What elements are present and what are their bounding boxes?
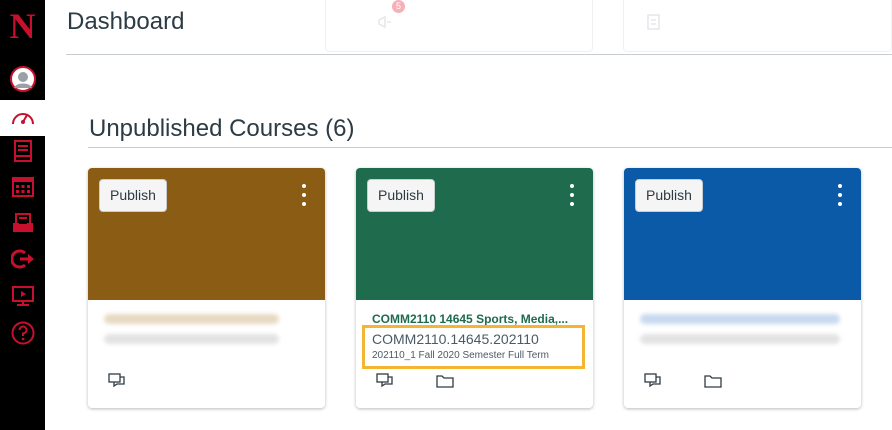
- notification-badge: 5: [392, 0, 405, 13]
- discussions-icon[interactable]: [376, 373, 394, 394]
- user-avatar-icon: [9, 66, 36, 92]
- page-title: Dashboard: [67, 8, 185, 35]
- global-nav: N: [0, 0, 45, 430]
- nav-dashboard[interactable]: [0, 100, 45, 136]
- speedometer-icon: [11, 108, 35, 128]
- discussions-icon[interactable]: [644, 373, 662, 394]
- course-term: 202110_1 Fall 2020 Semester Full Term: [372, 350, 549, 361]
- course-code-redacted: [104, 334, 279, 344]
- megaphone-icon: [377, 14, 393, 35]
- more-options-icon[interactable]: [301, 184, 307, 206]
- course-code: COMM2110.14645.202110: [372, 331, 539, 347]
- nav-inbox[interactable]: [0, 205, 45, 241]
- folder-icon[interactable]: [436, 373, 454, 394]
- course-name-redacted: [640, 314, 840, 324]
- nav-studio[interactable]: [0, 278, 45, 314]
- nav-history[interactable]: [0, 241, 45, 277]
- todo-card[interactable]: 5: [325, 0, 593, 52]
- section-title: Unpublished Courses (6): [89, 115, 355, 142]
- arrow-out-icon: [10, 249, 35, 269]
- header-divider: [66, 54, 892, 55]
- nav-calendar[interactable]: [0, 168, 45, 204]
- course-name-link[interactable]: COMM2110 14645 Sports, Media,...: [372, 312, 582, 326]
- course-name-redacted: [104, 314, 279, 324]
- course-card[interactable]: Publish COMM2110 14645 Sports, Media,...…: [356, 168, 593, 408]
- help-circle-icon: [11, 321, 35, 345]
- folder-icon[interactable]: [704, 373, 722, 394]
- course-card[interactable]: Publish: [624, 168, 861, 408]
- recent-activity-card[interactable]: [623, 0, 892, 52]
- book-icon: [13, 140, 33, 162]
- video-screen-icon: [11, 285, 34, 307]
- publish-button[interactable]: Publish: [367, 179, 435, 212]
- logo-letter: N: [9, 6, 36, 46]
- university-logo[interactable]: N: [0, 0, 45, 52]
- course-card[interactable]: Publish: [88, 168, 325, 408]
- discussions-icon[interactable]: [108, 373, 126, 394]
- more-options-icon[interactable]: [569, 184, 575, 206]
- calendar-icon: [11, 175, 34, 197]
- nav-account[interactable]: [0, 61, 45, 97]
- section-divider: [88, 147, 892, 148]
- more-options-icon[interactable]: [837, 184, 843, 206]
- inbox-icon: [12, 213, 34, 233]
- publish-button[interactable]: Publish: [99, 179, 167, 212]
- document-icon: [646, 14, 662, 35]
- course-code-redacted: [640, 334, 840, 344]
- publish-button[interactable]: Publish: [635, 179, 703, 212]
- nav-help[interactable]: [0, 315, 45, 351]
- nav-courses[interactable]: [0, 133, 45, 169]
